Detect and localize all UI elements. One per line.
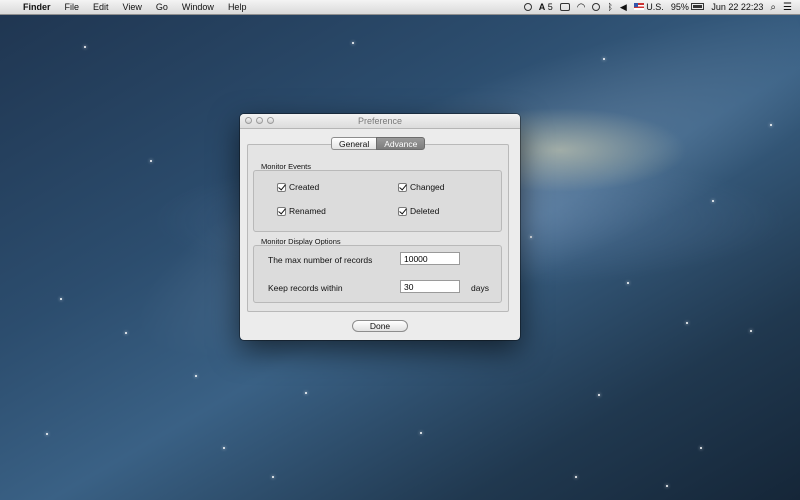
created-label: Created xyxy=(289,182,320,192)
notification-center-icon[interactable]: ☰ xyxy=(783,2,792,13)
tab-advance[interactable]: Advance xyxy=(376,137,426,150)
battery-percent: 95% xyxy=(670,2,689,12)
wifi-icon[interactable]: ◠ xyxy=(577,2,586,13)
tab-bar: General Advance xyxy=(331,137,426,150)
adobe-status[interactable]: A 5 xyxy=(539,2,553,12)
deleted-checkbox[interactable]: Deleted xyxy=(398,206,439,216)
menu-window[interactable]: Window xyxy=(175,0,221,14)
time-machine-icon[interactable] xyxy=(592,3,601,11)
changed-label: Changed xyxy=(410,182,445,192)
status-area: A 5 ◠ ᛒ ◀ U.S. 95% Jun 22 22:23 ⌕ ☰ xyxy=(523,2,800,13)
minimize-button[interactable] xyxy=(256,117,263,124)
tab-general[interactable]: General xyxy=(331,137,377,150)
tab-panel-advance: Monitor Events Created Changed Renamed D… xyxy=(247,144,509,312)
preference-window: Preference General Advance Monitor Event… xyxy=(240,114,520,340)
keep-records-label: Keep records within xyxy=(268,283,343,293)
menu-edit[interactable]: Edit xyxy=(86,0,116,14)
battery-status[interactable]: 95% xyxy=(671,2,705,12)
changed-checkbox[interactable]: Changed xyxy=(398,182,445,192)
keep-records-input[interactable] xyxy=(400,280,460,293)
max-records-input[interactable] xyxy=(400,252,460,265)
input-source-label: U.S. xyxy=(646,2,664,12)
clock[interactable]: Jun 22 22:23 xyxy=(711,2,763,12)
menu-file[interactable]: File xyxy=(58,0,87,14)
bluetooth-icon[interactable]: ᛒ xyxy=(607,2,612,12)
checkmark-icon xyxy=(398,206,407,216)
menu-app-name[interactable]: Finder xyxy=(16,0,58,14)
keyboard-icon[interactable] xyxy=(559,3,570,11)
menu-help[interactable]: Help xyxy=(221,0,254,14)
adobe-count: 5 xyxy=(547,2,553,12)
window-controls xyxy=(245,117,274,124)
volume-icon[interactable]: ◀ xyxy=(620,2,627,13)
display-options-box: The max number of records Keep records w… xyxy=(253,245,502,303)
menu-go[interactable]: Go xyxy=(149,0,175,14)
checkmark-icon xyxy=(398,182,407,192)
adobe-icon: A xyxy=(538,2,546,12)
input-source[interactable]: U.S. xyxy=(633,2,664,12)
window-titlebar[interactable]: Preference xyxy=(240,114,520,129)
renamed-label: Renamed xyxy=(289,206,326,216)
zoom-button[interactable] xyxy=(267,117,274,124)
clock-date: Jun 22 xyxy=(711,2,739,12)
max-records-label: The max number of records xyxy=(268,255,373,265)
close-button[interactable] xyxy=(245,117,252,124)
deleted-label: Deleted xyxy=(410,206,440,216)
spotlight-search-icon[interactable]: ⌕ xyxy=(770,2,776,13)
done-button[interactable]: Done xyxy=(352,320,408,332)
days-unit-label: days xyxy=(471,283,489,293)
clock-time: 22:23 xyxy=(740,2,764,12)
window-title: Preference xyxy=(357,116,403,126)
checkmark-icon xyxy=(277,206,286,216)
us-flag-icon xyxy=(633,3,644,10)
app-monitor-icon[interactable] xyxy=(523,3,532,11)
battery-icon xyxy=(691,3,705,10)
created-checkbox[interactable]: Created xyxy=(277,182,319,192)
menu-view[interactable]: View xyxy=(116,0,149,14)
menu-bar: Finder File Edit View Go Window Help A 5… xyxy=(0,0,800,15)
monitor-events-box: Created Changed Renamed Deleted xyxy=(253,170,502,232)
checkmark-icon xyxy=(277,182,286,192)
renamed-checkbox[interactable]: Renamed xyxy=(277,206,326,216)
